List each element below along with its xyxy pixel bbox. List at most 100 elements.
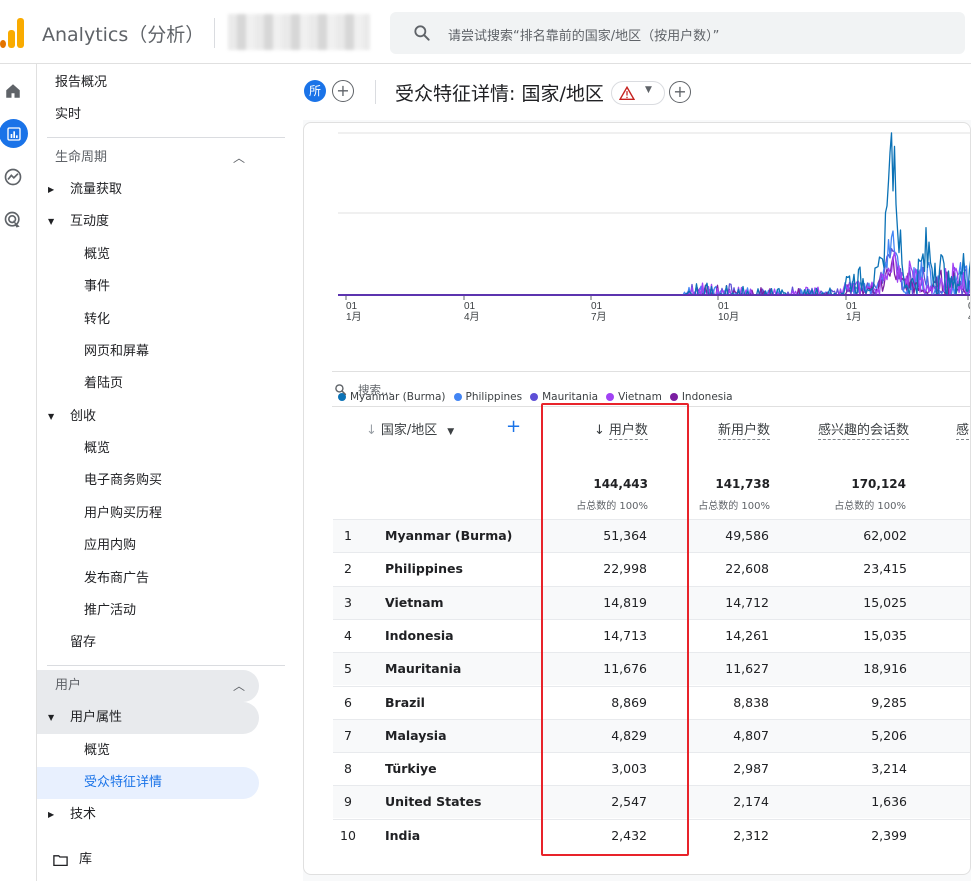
- nav-section-user[interactable]: 用户 ︿: [37, 670, 259, 702]
- column-users[interactable]: ↓ 用户数: [594, 419, 648, 440]
- row-new-users: 22,608: [725, 561, 769, 577]
- row-rank: 10: [340, 827, 356, 843]
- series-line: [338, 132, 970, 296]
- caret-down-icon[interactable]: ▼: [645, 85, 652, 95]
- row-rank: 8: [344, 761, 352, 777]
- row-users: 3,003: [611, 761, 647, 777]
- row-country[interactable]: India: [385, 828, 420, 843]
- search-icon: [414, 25, 430, 41]
- reports-icon[interactable]: [0, 119, 28, 148]
- chevron-up-icon: ︿: [233, 151, 246, 165]
- row-country[interactable]: Brazil: [385, 695, 425, 710]
- caret-right-icon: ▶: [48, 810, 55, 819]
- add-dimension-button[interactable]: +: [506, 416, 521, 437]
- advertising-icon[interactable]: [0, 207, 26, 233]
- total-engaged: 170,124: [851, 477, 906, 491]
- series-line: [338, 230, 970, 296]
- table-row[interactable]: 2 Philippines 22,998 22,608 23,415: [333, 552, 970, 585]
- row-rank: 2: [344, 561, 352, 577]
- nav-divider: [47, 137, 285, 138]
- table-row[interactable]: 3 Vietnam 14,819 14,712 15,025: [333, 585, 970, 619]
- folder-icon: [53, 855, 68, 866]
- row-users: 51,364: [603, 528, 647, 543]
- column-cut-off[interactable]: 感: [956, 419, 970, 440]
- row-country[interactable]: United States: [385, 794, 481, 809]
- line-chart[interactable]: 011月014月017月0110月011月04月: [304, 123, 971, 323]
- total-users-sub: 占总数的 100%: [576, 501, 648, 512]
- row-engaged-sessions: 5,206: [871, 727, 907, 743]
- x-tick-day: 01: [718, 301, 730, 312]
- table-row[interactable]: 1 Myanmar (Burma) 51,364 49,586 62,002: [333, 519, 970, 552]
- table-row[interactable]: 8 Türkiye 3,003 2,987 3,214: [333, 752, 970, 785]
- column-new-users[interactable]: 新用户数: [718, 419, 771, 440]
- row-country[interactable]: Myanmar (Burma): [385, 528, 512, 543]
- add-comparison-button[interactable]: +: [332, 80, 354, 102]
- row-engaged-sessions: 18,916: [863, 661, 907, 677]
- top-bar: Analytics（分析） 请尝试搜索“排名靠前的国家/地区（按用户数）”: [0, 0, 971, 64]
- account-selector[interactable]: [228, 14, 370, 50]
- row-rank: 4: [344, 627, 352, 643]
- table-search-placeholder: 搜索...: [358, 383, 392, 397]
- x-tick-month: 10月: [718, 311, 739, 323]
- x-tick-month: 1月: [346, 311, 362, 323]
- comparison-all-users[interactable]: 所: [304, 80, 326, 102]
- table-row[interactable]: 10 India 2,432 2,312 2,399: [333, 818, 970, 852]
- table-search[interactable]: 搜索...: [332, 371, 970, 407]
- row-engaged-sessions: 3,214: [871, 761, 907, 777]
- caret-down-icon: ▼: [48, 713, 55, 722]
- row-country[interactable]: Philippines: [385, 561, 463, 576]
- report-card: 011月014月017月0110月011月04月 Myanmar (Burma)…: [303, 122, 971, 875]
- search-input[interactable]: 请尝试搜索“排名靠前的国家/地区（按用户数）”: [390, 12, 965, 54]
- x-tick-day: 01: [346, 301, 358, 312]
- row-users: 14,819: [603, 594, 647, 610]
- row-rank: 5: [344, 661, 352, 677]
- total-new-users: 141,738: [715, 477, 770, 491]
- row-country[interactable]: Vietnam: [385, 595, 444, 610]
- data-quality-warning[interactable]: ▼: [611, 81, 665, 105]
- row-new-users: 14,261: [725, 627, 769, 643]
- row-users: 11,676: [603, 661, 647, 677]
- table-row[interactable]: 5 Mauritania 11,676 11,627 18,916: [333, 652, 970, 686]
- row-country[interactable]: Türkiye: [385, 761, 437, 776]
- search-placeholder: 请尝试搜索“排名靠前的国家/地区（按用户数）”: [448, 29, 720, 44]
- explore-icon[interactable]: [0, 164, 26, 190]
- add-filter-button[interactable]: +: [669, 81, 691, 103]
- row-rank: 7: [344, 727, 352, 743]
- x-tick-month: 1月: [846, 311, 862, 323]
- sort-arrow-icon: ↓: [366, 423, 377, 438]
- table-row[interactable]: 6 Brazil 8,869 8,838 9,285: [333, 685, 970, 719]
- row-country[interactable]: Malaysia: [385, 728, 447, 743]
- row-new-users: 4,807: [733, 727, 769, 743]
- search-icon: [335, 384, 347, 396]
- nav-section-lifecycle[interactable]: 生命周期 ︿: [37, 142, 259, 174]
- row-users: 2,432: [611, 827, 647, 843]
- row-new-users: 8,838: [733, 694, 769, 710]
- page-title: 受众特征详情: 国家/地区: [395, 83, 604, 105]
- x-tick-day: 01: [464, 301, 476, 312]
- caret-down-icon: ▼: [48, 412, 55, 421]
- divider: [375, 80, 376, 104]
- row-users: 14,713: [603, 627, 647, 643]
- dimension-header[interactable]: ↓ 国家/地区 ▼: [366, 419, 454, 438]
- main-content: 所 + 受众特征详情: 国家/地区 ▼ + 01 1月 01 4月 01 7月 01 10月 0…: [303, 64, 971, 881]
- table-row[interactable]: 7 Malaysia 4,829 4,807 5,206: [333, 718, 970, 752]
- table-row[interactable]: 9 United States 2,547 2,174 1,636: [333, 785, 970, 819]
- total-users: 144,443: [593, 477, 648, 491]
- row-new-users: 2,174: [733, 794, 769, 810]
- x-tick-day: 01: [591, 301, 603, 312]
- home-icon[interactable]: [0, 78, 26, 104]
- row-country[interactable]: Indonesia: [385, 628, 454, 643]
- row-users: 22,998: [603, 561, 647, 577]
- row-new-users: 49,586: [725, 528, 769, 543]
- row-new-users: 14,712: [725, 594, 769, 610]
- analytics-logo[interactable]: [0, 18, 26, 48]
- series-line: [338, 256, 970, 296]
- row-users: 2,547: [611, 794, 647, 810]
- app-title: Analytics（分析）: [42, 24, 205, 46]
- row-engaged-sessions: 23,415: [863, 561, 907, 577]
- side-nav: 报告概况 实时 生命周期 ︿ ▶ 流量获取 ▼ 互动度 概览 事件 转化 网页和…: [37, 64, 303, 881]
- table-row[interactable]: 4 Indonesia 14,713 14,261 15,035: [333, 618, 970, 652]
- row-country[interactable]: Mauritania: [385, 661, 461, 676]
- divider: [214, 18, 215, 48]
- column-engaged-sessions[interactable]: 感兴趣的会话数: [818, 419, 910, 440]
